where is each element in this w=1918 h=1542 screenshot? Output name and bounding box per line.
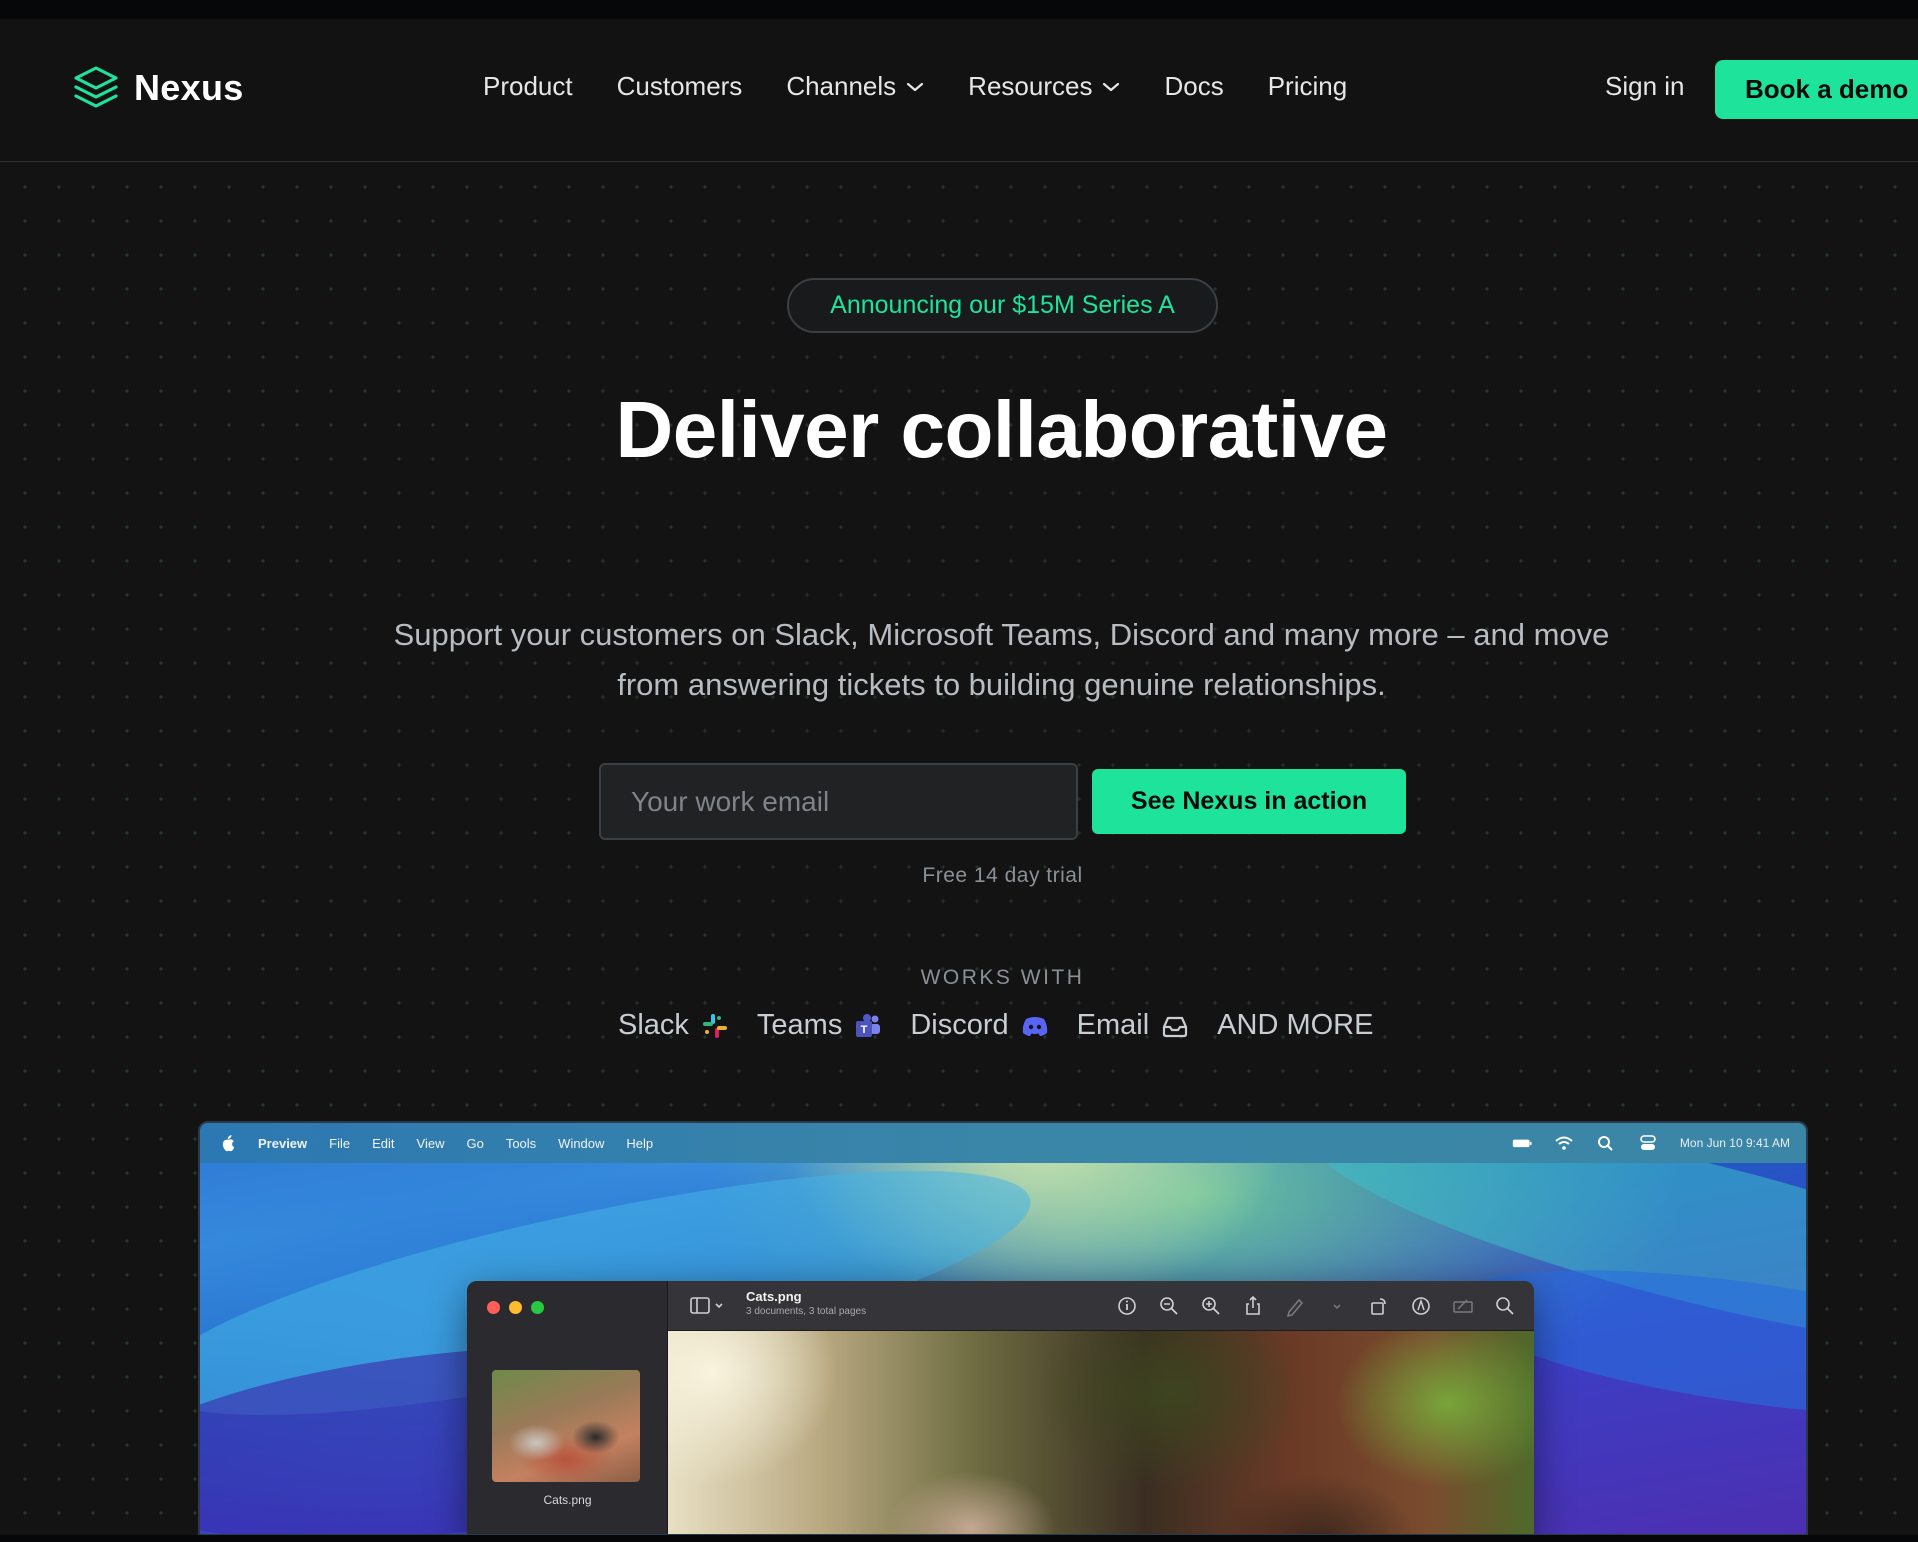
slack-icon — [702, 1013, 727, 1038]
channel-label: AND MORE — [1217, 1009, 1374, 1041]
chevron-down-icon — [1103, 82, 1120, 91]
nav-link-label: Resources — [968, 71, 1093, 101]
channel-label: Slack — [618, 1009, 689, 1041]
nav-link-channels[interactable]: Channels — [786, 71, 924, 102]
nav-link-label: Pricing — [1267, 71, 1348, 101]
nav-link-label: Channels — [786, 71, 897, 101]
hero-headline: Deliver collaborative — [615, 385, 1388, 474]
minimize-window-button[interactable] — [509, 1301, 522, 1314]
hero-section: Announcing our $15M Series A Deliver col… — [0, 162, 1918, 1536]
discord-icon — [1022, 1016, 1047, 1036]
see-nexus-in-action-button[interactable]: See Nexus in action — [1092, 769, 1406, 834]
mac-menubar: Preview File Edit View Go Tools Window H… — [200, 1123, 1806, 1163]
battery-icon — [1512, 1139, 1532, 1148]
nav-link-label: Product — [483, 71, 573, 101]
announcement-pill[interactable]: Announcing our $15M Series A — [787, 278, 1218, 333]
menubar-status-area: Mon Jun 10 9:41 AM — [1512, 1123, 1790, 1163]
inbox-icon — [1163, 1016, 1188, 1037]
document-thumbnail[interactable] — [492, 1370, 640, 1482]
chevron-down-icon[interactable] — [1326, 1295, 1348, 1317]
search-icon[interactable] — [1494, 1295, 1516, 1317]
wifi-icon — [1555, 1136, 1573, 1150]
nav-link-customers[interactable]: Customers — [617, 71, 743, 102]
nav-link-docs[interactable]: Docs — [1164, 71, 1223, 102]
preview-window: Cats.png Cats.png 3 documents, 3 total p… — [467, 1281, 1534, 1534]
thumbnail-label: Cats.png — [543, 1493, 592, 1507]
document-title: Cats.png — [746, 1289, 802, 1304]
teams-icon: T — [856, 1013, 881, 1037]
rotate-icon[interactable] — [1368, 1295, 1390, 1317]
control-center-icon — [1640, 1135, 1656, 1150]
channel-and-more[interactable]: AND MORE — [1217, 1009, 1373, 1042]
zoom-out-icon[interactable] — [1158, 1295, 1180, 1317]
channel-discord[interactable]: Discord — [910, 1009, 1048, 1042]
chevron-down-icon — [907, 82, 924, 91]
channel-list: Slack Teams T Discord Email AND MORE — [618, 1009, 1373, 1042]
brand-logo[interactable]: Nexus — [72, 65, 244, 111]
spotlight-search-icon — [1597, 1136, 1613, 1151]
window-bottom-strip — [0, 1535, 1918, 1542]
menubar-item[interactable]: View — [417, 1136, 445, 1151]
menubar-item[interactable]: File — [329, 1136, 350, 1151]
sign-in-link[interactable]: Sign in — [1605, 71, 1685, 102]
zoom-in-icon[interactable] — [1200, 1295, 1222, 1317]
channel-label: Email — [1076, 1009, 1150, 1041]
window-top-strip — [0, 0, 1918, 19]
menubar-item[interactable]: Tools — [506, 1136, 536, 1151]
brand-name: Nexus — [134, 67, 244, 108]
product-screenshot: Preview File Edit View Go Tools Window H… — [198, 1121, 1808, 1536]
menubar-item[interactable]: Window — [558, 1136, 604, 1151]
apple-icon — [222, 1135, 235, 1152]
nav-link-resources[interactable]: Resources — [968, 71, 1120, 102]
menubar-app-name[interactable]: Preview — [258, 1136, 307, 1151]
markup-icon[interactable] — [1410, 1295, 1432, 1317]
works-with-label: WORKS WITH — [920, 966, 1085, 989]
info-icon[interactable] — [1116, 1295, 1138, 1317]
menubar-clock: Mon Jun 10 9:41 AM — [1679, 1136, 1790, 1150]
free-trial-note: Free 14 day trial — [922, 864, 1083, 887]
nav-link-label: Docs — [1164, 71, 1224, 101]
book-demo-button[interactable]: Book a demo — [1715, 60, 1918, 119]
cat-photo — [668, 1331, 1534, 1534]
nav-link-pricing[interactable]: Pricing — [1268, 71, 1347, 102]
preview-tools — [1116, 1295, 1516, 1317]
preview-toolbar: Cats.png 3 documents, 3 total pages — [668, 1281, 1534, 1331]
document-subtitle: 3 documents, 3 total pages — [746, 1306, 867, 1317]
channel-teams[interactable]: Teams T — [757, 1009, 882, 1042]
zoom-window-button[interactable] — [531, 1301, 544, 1314]
highlight-pen-icon[interactable] — [1284, 1295, 1306, 1317]
menubar-item[interactable]: Go — [466, 1136, 483, 1151]
channel-email[interactable]: Email — [1077, 1009, 1190, 1042]
form-fill-icon[interactable] — [1452, 1295, 1474, 1317]
layers-logo-icon — [74, 66, 118, 108]
menubar-item[interactable]: Edit — [372, 1136, 394, 1151]
channel-slack[interactable]: Slack — [618, 1009, 729, 1042]
preview-sidebar: Cats.png — [467, 1281, 668, 1534]
sidebar-toggle-icon[interactable] — [690, 1296, 730, 1316]
window-controls — [487, 1301, 544, 1314]
hero-subtext: Support your customers on Slack, Microso… — [393, 617, 1610, 702]
nav-link-product[interactable]: Product — [483, 71, 573, 102]
menubar-item[interactable]: Help — [626, 1136, 653, 1151]
channel-label: Teams — [756, 1009, 843, 1041]
share-icon[interactable] — [1242, 1295, 1264, 1317]
top-navigation: Nexus Product Customers Channels Resourc… — [0, 19, 1918, 162]
nav-link-label: Customers — [616, 71, 743, 101]
work-email-input[interactable] — [599, 763, 1078, 840]
primary-nav: Product Customers Channels Resources Doc… — [483, 71, 1347, 102]
svg-text:T: T — [861, 1024, 868, 1036]
channel-label: Discord — [910, 1009, 1009, 1041]
close-window-button[interactable] — [487, 1301, 500, 1314]
